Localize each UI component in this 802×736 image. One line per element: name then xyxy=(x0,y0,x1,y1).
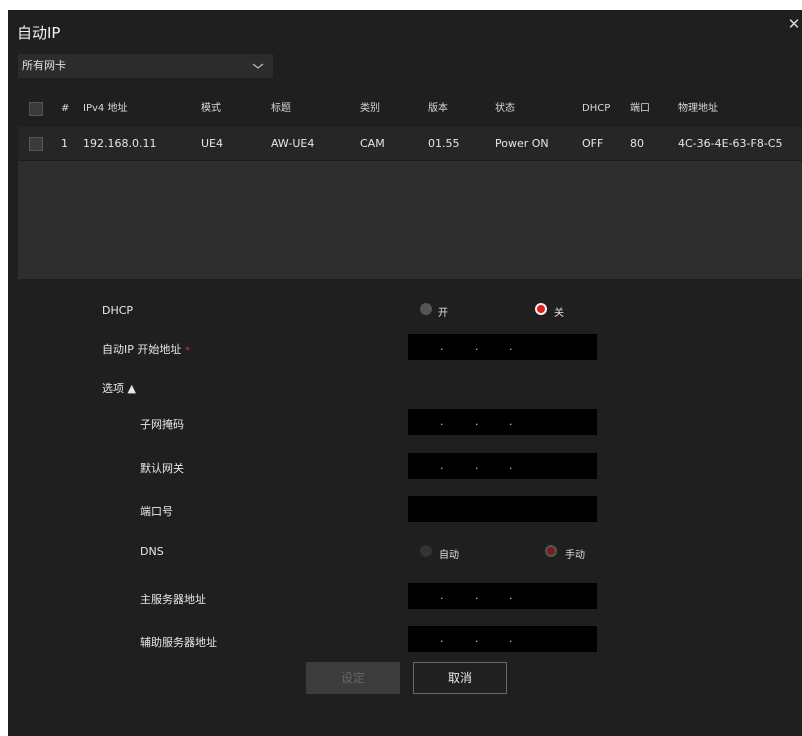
default-gateway-label: 默认网关 xyxy=(140,462,184,475)
cell-status: Power ON xyxy=(495,137,549,150)
default-gateway-input[interactable]: ... xyxy=(408,453,597,479)
options-toggle[interactable]: 选项 ▲ xyxy=(102,380,136,396)
port-number-label: 端口号 xyxy=(140,505,173,518)
cell-ip: 192.168.0.11 xyxy=(83,137,157,150)
primary-dns-input[interactable]: ... xyxy=(408,583,597,609)
col-header-index: # xyxy=(61,103,70,114)
dhcp-label: DHCP xyxy=(102,304,134,317)
dns-manual-label[interactable]: 手动 xyxy=(565,546,585,561)
dhcp-off-radio[interactable] xyxy=(535,303,547,315)
col-header-port[interactable]: 端口 xyxy=(630,102,650,116)
dns-label: DNS xyxy=(140,545,164,558)
col-header-status[interactable]: 状态 xyxy=(495,102,515,116)
cell-version: 01.55 xyxy=(428,137,460,150)
col-header-category[interactable]: 类别 xyxy=(360,102,380,116)
secondary-dns-label: 辅助服务器地址 xyxy=(140,636,217,649)
select-all-checkbox[interactable] xyxy=(29,102,43,116)
cell-title: AW-UE4 xyxy=(271,137,315,150)
start-address-text: 自动IP 开始地址 xyxy=(102,343,182,356)
dns-auto-label[interactable]: 自动 xyxy=(439,546,459,561)
nic-select-value: 所有网卡 xyxy=(22,59,66,72)
close-icon[interactable]: ✕ xyxy=(786,16,802,32)
subnet-mask-label: 子网掩码 xyxy=(140,418,184,431)
primary-dns-label: 主服务器地址 xyxy=(140,593,206,606)
port-number-input[interactable] xyxy=(408,496,597,522)
auto-ip-dialog: 自动IP ✕ 所有网卡 # IPv4 地址 模式 标题 类别 版本 状态 DHC… xyxy=(8,10,802,736)
cell-port: 80 xyxy=(630,137,644,150)
dns-manual-radio[interactable] xyxy=(545,545,557,557)
start-address-label: 自动IP 开始地址 * xyxy=(102,341,190,357)
cancel-button[interactable]: 取消 xyxy=(413,662,507,694)
row-checkbox[interactable] xyxy=(29,137,43,151)
dhcp-on-label[interactable]: 开 xyxy=(438,304,448,319)
col-header-version[interactable]: 版本 xyxy=(428,102,448,116)
set-button[interactable]: 设定 xyxy=(306,662,400,694)
cell-category: CAM xyxy=(360,137,385,150)
table-row[interactable]: 1 192.168.0.11 UE4 AW-UE4 CAM 01.55 Powe… xyxy=(18,127,802,161)
camera-table: # IPv4 地址 模式 标题 类别 版本 状态 DHCP 端口 物理地址 1 … xyxy=(18,90,802,279)
dns-auto-radio[interactable] xyxy=(420,545,432,557)
table-header: # IPv4 地址 模式 标题 类别 版本 状态 DHCP 端口 物理地址 xyxy=(18,90,802,127)
required-mark: * xyxy=(185,346,190,356)
cell-mac: 4C-36-4E-63-F8-C5 xyxy=(678,137,783,150)
col-header-dhcp[interactable]: DHCP xyxy=(582,102,610,116)
col-header-mac[interactable]: 物理地址 xyxy=(678,102,718,116)
col-header-title[interactable]: 标题 xyxy=(271,102,291,116)
chevron-down-icon xyxy=(252,63,264,69)
cell-mode: UE4 xyxy=(201,137,223,150)
cell-dhcp: OFF xyxy=(582,137,604,150)
cell-index: 1 xyxy=(61,137,68,150)
dhcp-on-radio[interactable] xyxy=(420,303,432,315)
col-header-ip[interactable]: IPv4 地址 xyxy=(83,102,127,116)
subnet-mask-input[interactable]: ... xyxy=(408,409,597,435)
nic-select[interactable]: 所有网卡 xyxy=(18,54,273,78)
col-header-mode[interactable]: 模式 xyxy=(201,102,221,116)
dialog-title: 自动IP xyxy=(17,24,61,42)
dhcp-off-label[interactable]: 关 xyxy=(554,304,564,319)
secondary-dns-input[interactable]: ... xyxy=(408,626,597,652)
start-address-input[interactable]: ... xyxy=(408,334,597,360)
